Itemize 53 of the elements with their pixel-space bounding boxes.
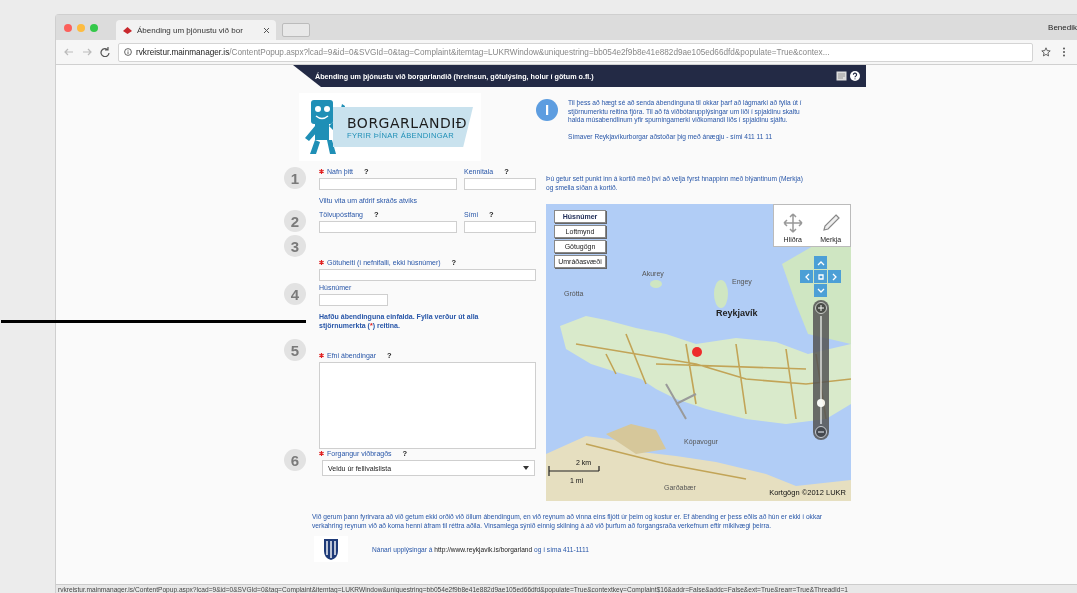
step-number: 2 xyxy=(284,210,306,232)
info-icon xyxy=(536,99,558,121)
plus-icon xyxy=(818,305,824,312)
zoom-out-button[interactable] xyxy=(815,426,827,439)
zoom-in-button[interactable] xyxy=(815,302,827,315)
step-number: 5 xyxy=(284,339,306,361)
scale-bar xyxy=(548,465,600,477)
pan-up-button[interactable] xyxy=(814,256,827,270)
step-number: 6 xyxy=(284,449,306,471)
step-number: 4 xyxy=(284,283,306,305)
runway-drawing xyxy=(665,383,697,421)
close-icon[interactable] xyxy=(264,27,269,33)
step-number: 1 xyxy=(284,167,306,189)
info-icon xyxy=(124,48,132,56)
input-field[interactable] xyxy=(319,221,457,233)
island-shape xyxy=(714,280,728,309)
profile-name[interactable]: Benedik xyxy=(1048,23,1077,32)
forward-arrow-icon[interactable] xyxy=(82,47,92,57)
input-field[interactable] xyxy=(319,294,388,306)
document-icon[interactable] xyxy=(836,71,847,81)
zoom-slider[interactable] xyxy=(813,300,829,441)
chevron-down-icon xyxy=(816,286,825,295)
step-number: 3 xyxy=(284,235,306,257)
new-tab-button[interactable] xyxy=(282,22,310,37)
input-field[interactable] xyxy=(319,178,457,190)
back-arrow-icon[interactable] xyxy=(64,47,74,57)
message-field[interactable] xyxy=(319,362,536,449)
input-field[interactable] xyxy=(319,269,536,281)
input-field[interactable] xyxy=(464,221,536,233)
caret-icon xyxy=(523,466,529,470)
zoom-thumb[interactable] xyxy=(817,398,825,407)
location-marker xyxy=(692,347,702,358)
url-text: rvkreistur.mainmanager.is/ContentPopup.aspx?lcad=9&id=0&SVGId=0&tag=Complaint&itemtag=LUKRWindow&uniquestring=bb054e2f9b8e41e882d9ae105ed66dfd&populate=True&contex... xyxy=(136,47,830,57)
move-arrows-icon xyxy=(782,213,803,234)
maximize-icon[interactable] xyxy=(90,23,98,32)
pan-down-button[interactable] xyxy=(814,284,827,298)
island-shape xyxy=(650,280,662,289)
browser-tab[interactable]: Ábending um þjónustu við bor xyxy=(116,20,276,40)
pan-left-button[interactable] xyxy=(800,270,813,284)
city-label: Reykjavík xyxy=(716,308,758,319)
favicon-icon xyxy=(123,26,132,34)
input-field[interactable] xyxy=(464,178,536,190)
logo-title: BORGARLANDIÐ xyxy=(347,114,469,131)
star-icon[interactable] xyxy=(1041,47,1051,57)
pan-center-button[interactable] xyxy=(814,270,827,284)
pencil-icon xyxy=(820,213,841,234)
pan-right-button[interactable] xyxy=(828,270,841,284)
reload-icon[interactable] xyxy=(100,47,110,57)
minus-icon xyxy=(818,431,824,434)
address-bar[interactable]: rvkreistur.mainmanager.is/ContentPopup.aspx?lcad=9&id=0&SVGId=0&tag=Complaint&itemtag=LUKRWindow&uniquestring=bb054e2f9b8e41e882d9ae105ed66dfd&populate=True&contex... xyxy=(118,42,1033,62)
crest-icon xyxy=(314,536,348,563)
help-icon[interactable] xyxy=(850,71,860,81)
chevron-right-icon xyxy=(830,272,839,281)
